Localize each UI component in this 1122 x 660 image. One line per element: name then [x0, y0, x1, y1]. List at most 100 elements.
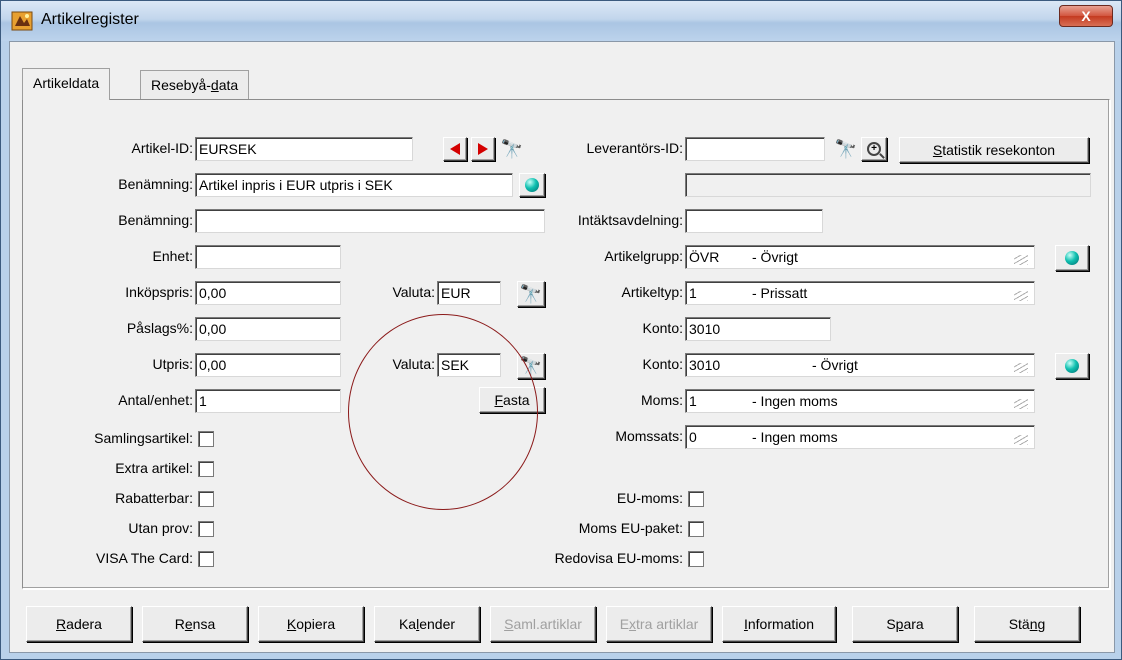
inkopspris-input[interactable]: 0,00 [195, 281, 341, 305]
artikeltyp-label: Artikeltyp: [621, 284, 683, 300]
paslags-input[interactable]: 0,00 [195, 317, 341, 341]
konto2-label: Konto: [642, 356, 683, 372]
statistik-label: tatistik resekonton [942, 142, 1056, 158]
utan-prov-checkbox[interactable] [198, 521, 214, 537]
visa-the-card-label: VISA The Card: [95, 550, 193, 566]
artikelgrupp-label: Artikelgrupp: [604, 248, 683, 264]
next-button[interactable] [471, 137, 495, 161]
antal-label: Antal/enhet: [118, 392, 193, 408]
resize-grip-icon [1014, 363, 1028, 373]
spara-button[interactable]: Spara [852, 606, 958, 642]
moms-eu-paket-checkbox[interactable] [688, 521, 704, 537]
rensa-label: nsa [192, 616, 216, 632]
app-icon [11, 11, 33, 31]
enhet-input[interactable] [195, 245, 341, 269]
utpris-input[interactable]: 0,00 [195, 353, 341, 377]
valuta-utpris-label: Valuta: [392, 356, 435, 372]
resize-grip-icon [1014, 255, 1028, 265]
enhet-label: Enhet: [152, 248, 193, 264]
information-label: nformation [747, 616, 815, 632]
stang-pre: Stä [1008, 616, 1030, 632]
binoculars-icon: 🔭 [500, 139, 524, 159]
globe-ball-icon [1065, 251, 1079, 265]
visa-the-card-checkbox[interactable] [198, 551, 214, 567]
benamning1-input[interactable]: Artikel inpris i EUR utpris i SEK [195, 173, 513, 197]
konto2-desc: - Övrigt [812, 357, 858, 373]
samlingsartikel-checkbox[interactable] [198, 431, 214, 447]
momssats-field[interactable]: 0 - Ingen moms [685, 425, 1035, 449]
search-artikel-button[interactable]: 🔭 [499, 137, 525, 161]
leverantor-zoom-button[interactable]: + [861, 137, 887, 161]
window-client: Artikeldata Resebyå-data Artikel-ID: EUR… [9, 41, 1115, 653]
rabatterbar-label: Rabatterbar: [115, 490, 193, 506]
information-button[interactable]: Information [722, 606, 836, 642]
valuta-utpris-search-button[interactable]: 🔭 [517, 353, 545, 379]
saml-artiklar-button[interactable]: Saml.artiklar [490, 606, 596, 642]
benamning1-label: Benämning: [118, 176, 193, 192]
stang-button[interactable]: Stäng [974, 606, 1080, 642]
fasta-label: asta [503, 392, 530, 408]
close-button[interactable]: X [1059, 5, 1113, 27]
tab-resebyra-data[interactable]: Resebyå-data [140, 70, 250, 100]
extra-artiklar-hotkey: x [629, 616, 637, 632]
konto2-field[interactable]: 3010 - Övrigt [685, 353, 1035, 377]
extra-artikel-checkbox[interactable] [198, 461, 214, 477]
fasta-button[interactable]: Fasta [479, 387, 545, 413]
leverantors-id-label: Leverantörs-ID: [586, 140, 683, 156]
intaktsavdelning-label: Intäktsavdelning: [577, 212, 683, 228]
spara-label: ara [903, 616, 924, 632]
redovisa-eu-moms-checkbox[interactable] [688, 551, 704, 567]
binoculars-icon: 🔭 [519, 356, 543, 376]
benamning2-input[interactable] [195, 209, 545, 233]
moms-code: 1 [689, 393, 697, 409]
momssats-desc: - Ingen moms [752, 429, 838, 445]
artikeltyp-code: 1 [689, 285, 697, 301]
title-bar[interactable]: Artikelregister X [1, 1, 1121, 41]
moms-field[interactable]: 1 - Ingen moms [685, 389, 1035, 413]
leverantors-id-input[interactable] [685, 137, 825, 161]
kopiera-button[interactable]: Kopiera [258, 606, 364, 642]
artikelgrupp-desc: - Övrigt [752, 249, 798, 265]
artikeldata-panel: Artikel-ID: EURSEK 🔭 Benämning: Artikel … [22, 99, 1110, 589]
globe-ball-icon [525, 178, 539, 192]
leverantor-search-button[interactable]: 🔭 [833, 137, 859, 161]
zoom-in-icon: + [867, 142, 881, 156]
konto-button[interactable] [1055, 353, 1089, 379]
konto1-input[interactable]: 3010 [685, 317, 831, 341]
valuta-inkop-label: Valuta: [392, 284, 435, 300]
artikelgrupp-code: ÖVR [689, 249, 720, 265]
fasta-hotkey: F [494, 392, 504, 408]
valuta-inkop-search-button[interactable]: 🔭 [517, 281, 545, 307]
arrow-right-icon [478, 143, 488, 155]
artikelgrupp-button[interactable] [1055, 245, 1089, 271]
extra-artiklar-button[interactable]: Extra artiklar [606, 606, 712, 642]
moms-label: Moms: [641, 392, 683, 408]
inkopspris-label: Inköpspris: [125, 284, 193, 300]
eu-moms-checkbox[interactable] [688, 491, 704, 507]
moms-eu-paket-label: Moms EU-paket: [578, 520, 683, 536]
artikel-id-input[interactable]: EURSEK [195, 137, 413, 161]
kalender-button[interactable]: Kalender [374, 606, 480, 642]
valuta-inkop-input[interactable]: EUR [437, 281, 501, 305]
statistik-resekonton-button[interactable]: Statistik resekonton [899, 137, 1089, 163]
utpris-label: Utpris: [152, 356, 193, 372]
tab-label-hotkey: d [210, 77, 219, 93]
intaktsavdelning-input[interactable] [685, 209, 823, 233]
rabatterbar-checkbox[interactable] [198, 491, 214, 507]
tab-artikeldata[interactable]: Artikeldata [22, 68, 111, 100]
utan-prov-label: Utan prov: [128, 520, 193, 536]
radera-button[interactable]: Radera [26, 606, 132, 642]
previous-button[interactable] [443, 137, 467, 161]
extra-artikel-label: Extra artikel: [115, 460, 193, 476]
rensa-button[interactable]: Rensa [142, 606, 248, 642]
artikelgrupp-field[interactable]: ÖVR - Övrigt [685, 245, 1035, 269]
eu-moms-label: EU-moms: [616, 490, 683, 506]
antal-input[interactable]: 1 [195, 389, 341, 413]
resize-grip-icon [1014, 291, 1028, 301]
valuta-utpris-input[interactable]: SEK [437, 353, 501, 377]
radera-hotkey: R [56, 616, 67, 632]
benamning-translate-button[interactable] [519, 173, 545, 197]
benamning2-label: Benämning: [118, 212, 193, 228]
artikeltyp-field[interactable]: 1 - Prissatt [685, 281, 1035, 305]
rensa-hotkey: e [184, 616, 193, 632]
